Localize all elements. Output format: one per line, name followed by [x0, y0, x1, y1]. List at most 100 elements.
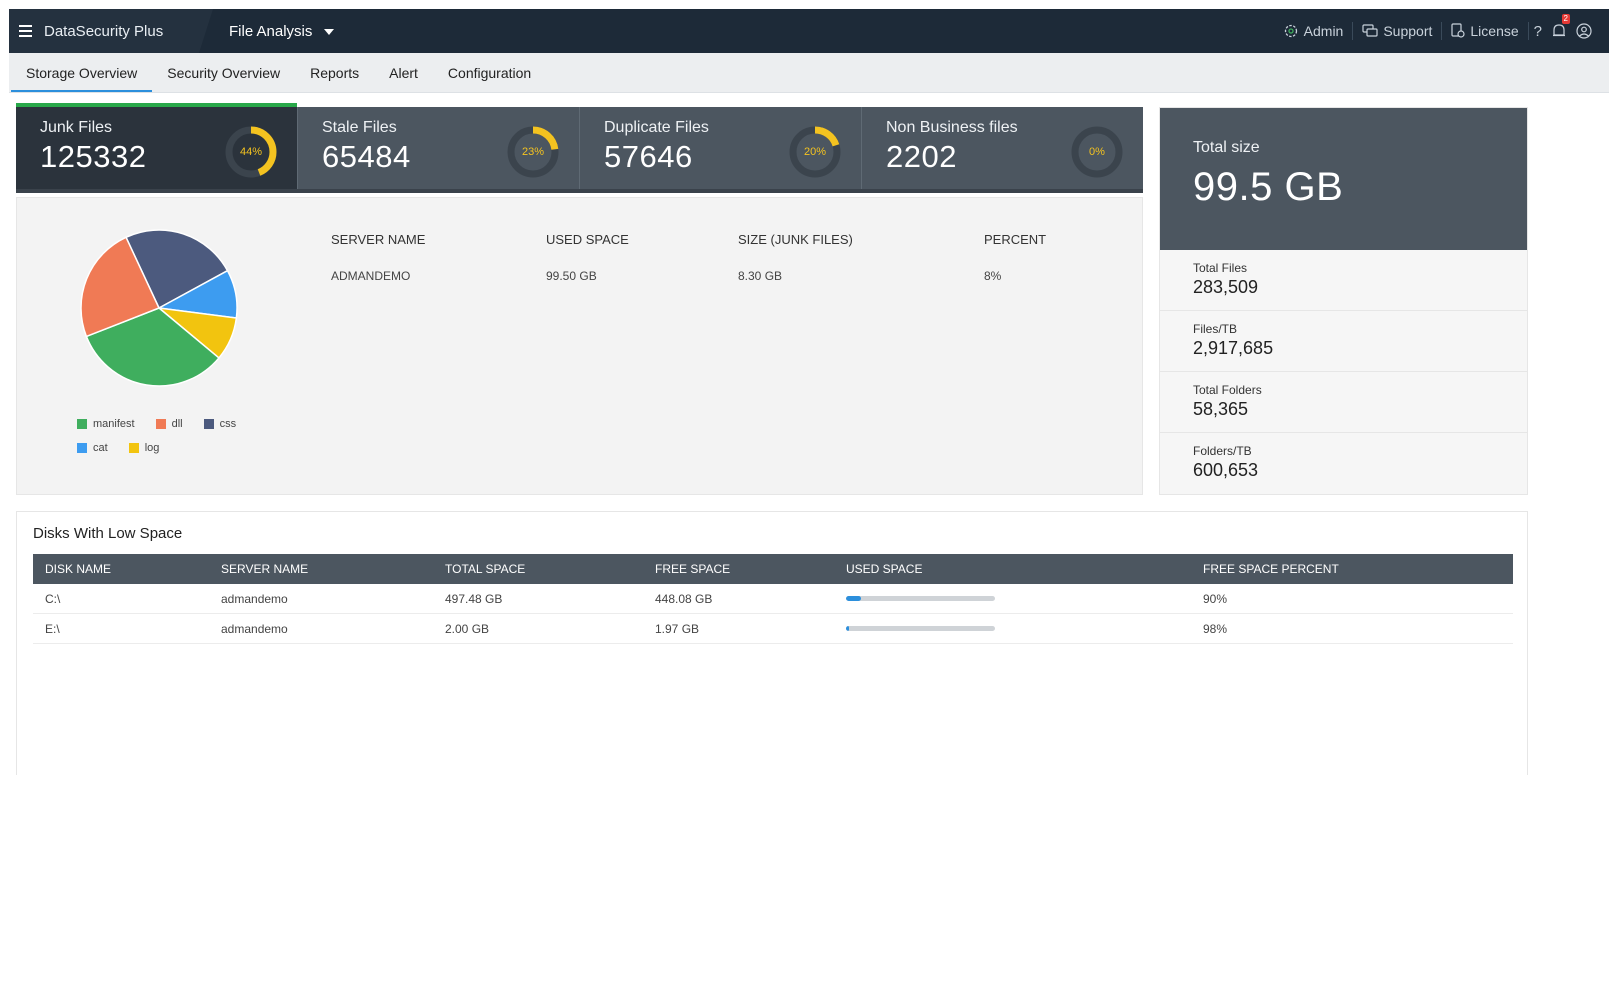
user-circle-icon [1576, 23, 1592, 39]
legend-swatch [155, 419, 166, 429]
summary-total-files: Total Files 283,509 [1160, 250, 1527, 311]
tab-alert[interactable]: Alert [374, 53, 433, 92]
brand-block: DataSecurity Plus [9, 9, 213, 53]
license-icon [1451, 23, 1465, 38]
summary-value: 58,365 [1193, 399, 1249, 419]
admin-label: Admin [1303, 23, 1344, 39]
admin-link[interactable]: Admin [1274, 22, 1354, 40]
summary-label: Folders/TB [1193, 444, 1252, 458]
table-row[interactable]: ADMANDEMO 99.50 GB 8.30 GB 8% [331, 269, 1084, 283]
legend-item-css[interactable]: css [203, 418, 237, 430]
notification-bell-icon[interactable]: 2 [1547, 14, 1571, 39]
used-space-bar-fill [846, 596, 861, 601]
stat-card-junk-files[interactable]: Junk Files 125332 44% [16, 103, 298, 189]
total-size-label: Total size [1193, 139, 1260, 156]
column-header[interactable]: USED SPACE [546, 232, 738, 247]
tab-storage-overview[interactable]: Storage Overview [11, 53, 153, 92]
used-space-bar [846, 596, 995, 601]
top-bar: DataSecurity Plus File Analysis Admin Su… [9, 9, 1609, 53]
table-cell: ADMANDEMO [331, 269, 411, 283]
stat-percent: 23% [521, 146, 545, 158]
legend-label: css [219, 418, 237, 430]
bell-icon [1553, 24, 1565, 37]
table-row[interactable]: E:\ admandemo 2.00 GB 1.97 GB 98% [33, 614, 1513, 644]
license-label: License [1470, 23, 1519, 39]
column-header[interactable]: SERVER NAME [221, 562, 445, 576]
storage-summary-panel: Total size 99.5 GB Total Files 283,509 F… [1159, 107, 1528, 495]
tab-security-overview[interactable]: Security Overview [152, 53, 295, 92]
chat-bubble-icon [1362, 24, 1378, 37]
tab-reports[interactable]: Reports [295, 53, 374, 92]
table-row[interactable]: C:\ admandemo 497.48 GB 448.08 GB 90% [33, 584, 1513, 614]
help-glyph: ? [1533, 22, 1542, 40]
free-space-percent-cell: 98% [1203, 621, 1228, 636]
panel-title: Disks With Low Space [33, 525, 183, 542]
tab-bar: Storage Overview Security Overview Repor… [9, 53, 1609, 93]
legend-swatch [128, 443, 139, 453]
table-cell: 8.30 GB [738, 269, 783, 283]
total-size-value: 99.5 GB [1193, 165, 1344, 209]
summary-value: 600,653 [1193, 460, 1259, 480]
summary-label: Total Folders [1193, 383, 1262, 397]
legend-label: cat [93, 442, 108, 454]
stat-card-stale-files[interactable]: Stale Files 65484 23% [298, 107, 580, 189]
table-cell: 8% [984, 269, 1002, 283]
summary-label: Files/TB [1193, 322, 1238, 336]
used-space-bar-fill [846, 626, 849, 631]
legend-item-manifest[interactable]: manifest [77, 418, 135, 430]
license-link[interactable]: License [1442, 22, 1529, 40]
disk-name-cell: E:\ [45, 621, 60, 636]
used-space-cell [846, 626, 1203, 631]
chevron-down-icon [324, 29, 335, 35]
legend-swatch [77, 443, 87, 453]
help-icon[interactable]: ? [1529, 23, 1547, 40]
server-name-cell: admandemo [221, 591, 288, 606]
stat-percent: 20% [803, 146, 827, 158]
support-link[interactable]: Support [1353, 22, 1443, 40]
column-header[interactable]: SERVER NAME [331, 232, 546, 247]
summary-files-per-tb: Files/TB 2,917,685 [1160, 311, 1527, 372]
module-label: File Analysis [229, 22, 313, 40]
legend-swatch [77, 419, 87, 429]
summary-value: 283,509 [1193, 277, 1259, 297]
legend-item-dll[interactable]: dll [155, 418, 183, 430]
file-type-pie-chart [79, 228, 239, 393]
free-space-cell: 448.08 GB [655, 591, 713, 606]
tab-configuration[interactable]: Configuration [433, 53, 546, 92]
summary-value: 2,917,685 [1193, 338, 1274, 358]
stat-card-duplicate-files[interactable]: Duplicate Files 57646 20% [580, 107, 862, 189]
disk-name-cell: C:\ [45, 591, 61, 606]
column-header[interactable]: USED SPACE [846, 562, 1203, 576]
product-name: DataSecurity Plus [44, 22, 164, 40]
column-header[interactable]: DISK NAME [33, 562, 221, 576]
hamburger-menu-icon[interactable] [19, 25, 32, 37]
user-account-icon[interactable] [1571, 23, 1597, 39]
column-header[interactable]: SIZE (JUNK FILES) [738, 232, 984, 247]
column-header[interactable]: FREE SPACE [655, 562, 846, 576]
legend-item-cat[interactable]: cat [77, 442, 108, 454]
used-space-bar [846, 626, 995, 631]
junk-files-panel: manifest dll css cat log SERVER NAME USE… [16, 197, 1143, 495]
column-header[interactable]: PERCENT [984, 232, 1084, 247]
legend-item-log[interactable]: log [128, 442, 160, 454]
stat-card-non-business-files[interactable]: Non Business files 2202 0% [862, 107, 1143, 189]
legend-swatch [203, 419, 214, 429]
server-name-cell: admandemo [221, 621, 288, 636]
column-header[interactable]: FREE SPACE PERCENT [1203, 562, 1503, 576]
free-space-percent-cell: 90% [1203, 591, 1228, 606]
summary-label: Total Files [1193, 261, 1248, 275]
total-space-cell: 2.00 GB [445, 621, 490, 636]
stat-cards: Junk Files 125332 44% Stale Files 65484 … [16, 103, 1143, 193]
legend-label: manifest [93, 418, 135, 430]
notification-count-badge: 2 [1561, 14, 1570, 24]
junk-server-table: SERVER NAME USED SPACE SIZE (JUNK FILES)… [331, 232, 1084, 283]
disks-low-space-panel: Disks With Low Space DISK NAME SERVER NA… [16, 511, 1528, 775]
legend-label: dll [171, 418, 183, 430]
summary-total-folders: Total Folders 58,365 [1160, 372, 1527, 433]
total-size-card: Total size 99.5 GB [1160, 108, 1527, 250]
admin-gear-icon [1284, 24, 1297, 38]
support-label: Support [1383, 23, 1433, 39]
module-selector[interactable]: File Analysis [229, 22, 335, 40]
legend-label: log [144, 442, 160, 454]
column-header[interactable]: TOTAL SPACE [445, 562, 655, 576]
